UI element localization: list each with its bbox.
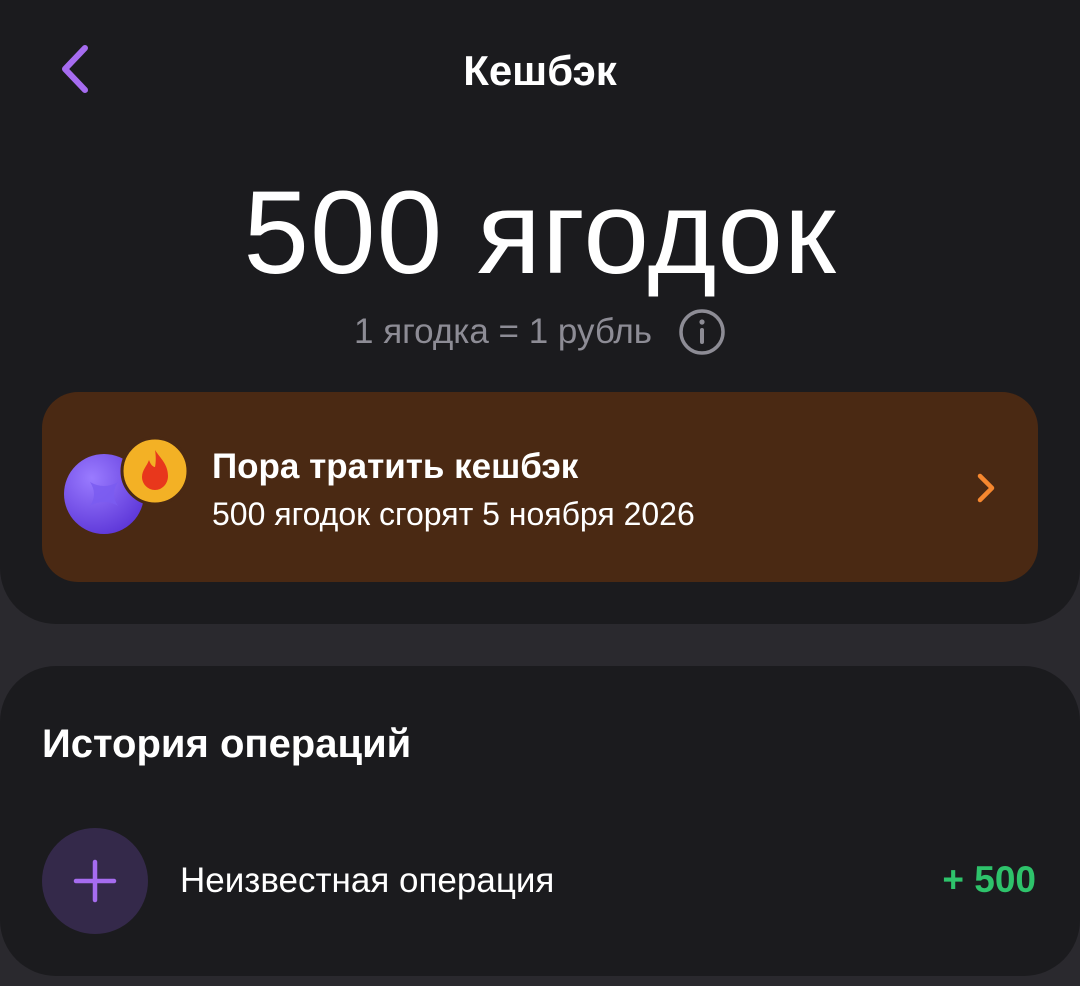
fire-icon bbox=[120, 436, 190, 506]
history-title: История операций bbox=[42, 722, 412, 766]
info-icon bbox=[679, 309, 725, 355]
rate-row: 1 ягодка = 1 рубль bbox=[0, 308, 1080, 356]
info-button[interactable] bbox=[678, 308, 726, 356]
banner-subtitle: 500 ягодок сгорят 5 ноября 2026 bbox=[212, 496, 695, 532]
plus-icon bbox=[73, 859, 117, 903]
page-title: Кешбэк bbox=[463, 47, 617, 94]
operation-avatar bbox=[42, 828, 148, 934]
operation-amount: + 500 bbox=[942, 859, 1036, 900]
operation-row[interactable]: Неизвестная операция + 500 bbox=[0, 828, 1080, 936]
banner-title: Пора тратить кешбэк bbox=[212, 447, 579, 486]
history-card: История операций Неизвестная операция + … bbox=[0, 666, 1080, 976]
operation-name: Неизвестная операция bbox=[180, 861, 555, 900]
chevron-right-icon bbox=[977, 473, 995, 503]
balance-card: Кешбэк 500 ягодок 1 ягодка = 1 рубль Пор… bbox=[0, 0, 1080, 624]
spend-cashback-banner[interactable]: Пора тратить кешбэк 500 ягодок сгорят 5 … bbox=[42, 392, 1038, 582]
balance-amount: 500 ягодок bbox=[243, 167, 837, 299]
rate-text: 1 ягодка = 1 рубль bbox=[354, 312, 652, 351]
